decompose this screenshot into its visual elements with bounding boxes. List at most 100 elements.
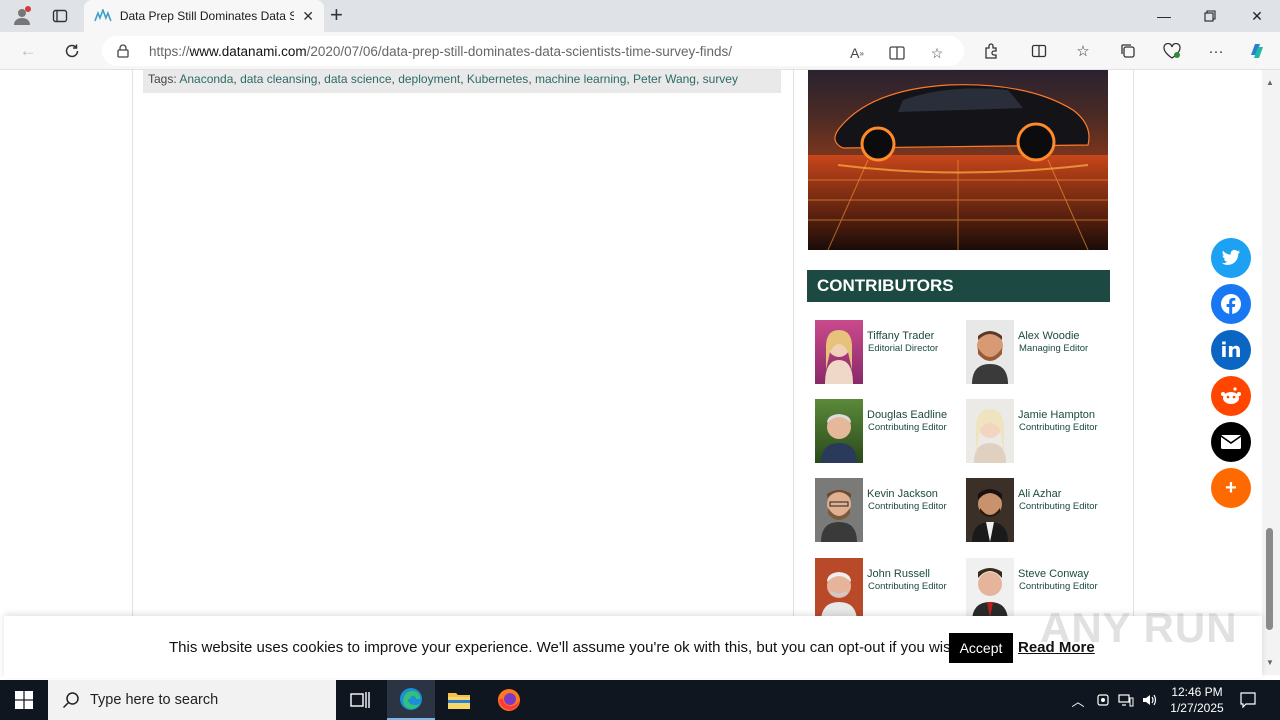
contributor-role: Contributing Editor xyxy=(1019,422,1098,433)
contributor-name[interactable]: Jamie Hampton xyxy=(1018,409,1095,421)
search-icon xyxy=(62,692,79,709)
edge-taskbar-icon[interactable] xyxy=(387,680,435,720)
browser-toolbar: ← https://www.datanami.com/2020/07/06/da… xyxy=(0,32,1280,70)
anyrun-watermark: ANY RUN xyxy=(1040,604,1238,651)
column-divider xyxy=(132,70,133,630)
contributor-photo[interactable] xyxy=(966,320,1014,384)
email-share-button[interactable] xyxy=(1211,422,1251,462)
tab-actions-icon[interactable] xyxy=(50,6,70,26)
back-icon[interactable]: ← xyxy=(16,39,40,63)
contributor-photo[interactable] xyxy=(815,558,863,622)
contributor-photo[interactable] xyxy=(815,399,863,463)
scroll-up-icon[interactable]: ▲ xyxy=(1266,78,1274,87)
facebook-share-button[interactable] xyxy=(1211,284,1251,324)
contributor-photo[interactable] xyxy=(815,320,863,384)
taskbar-clock[interactable]: 12:46 PM 1/27/2025 xyxy=(1162,684,1232,716)
favorites-icon[interactable]: ☆ xyxy=(1073,41,1093,61)
contributor-name[interactable]: Ali Azhar xyxy=(1018,488,1061,500)
datanami-favicon-icon xyxy=(94,9,112,22)
read-aloud-icon[interactable]: A» xyxy=(848,44,866,62)
scrollbar-thumb[interactable] xyxy=(1266,528,1273,630)
contributor-card[interactable]: Tiffany Trader Editorial Director xyxy=(815,320,960,386)
contributor-photo[interactable] xyxy=(966,478,1014,542)
twitter-share-button[interactable] xyxy=(1211,238,1251,278)
active-tab[interactable]: Data Prep Still Dominates Data Sc ✕ xyxy=(84,0,324,32)
contributor-name[interactable]: Steve Conway xyxy=(1018,568,1089,580)
tag-link[interactable]: deployment xyxy=(398,72,460,86)
page-scrollbar[interactable]: ▲ ▼ xyxy=(1262,70,1280,675)
browser-essentials-icon[interactable] xyxy=(1162,41,1182,61)
favorite-star-icon[interactable]: ☆ xyxy=(928,44,946,62)
tag-link[interactable]: Kubernetes xyxy=(467,72,528,86)
contributor-role: Contributing Editor xyxy=(1019,581,1098,592)
network-icon[interactable] xyxy=(1116,680,1136,720)
address-bar[interactable]: https://www.datanami.com/2020/07/06/data… xyxy=(102,36,964,66)
contributor-name[interactable]: Tiffany Trader xyxy=(867,330,934,342)
settings-more-icon[interactable]: ··· xyxy=(1206,41,1226,61)
new-tab-icon[interactable]: + xyxy=(330,4,343,26)
show-hidden-icons[interactable]: ︿ xyxy=(1068,680,1088,720)
ad-car-image[interactable] xyxy=(808,70,1108,250)
firefox-icon[interactable] xyxy=(485,680,533,720)
contributor-card[interactable]: John Russell Contributing Editor xyxy=(815,558,960,624)
contributor-photo[interactable] xyxy=(966,399,1014,463)
volume-icon[interactable] xyxy=(1140,680,1160,720)
start-button[interactable] xyxy=(0,680,48,720)
notifications-icon[interactable] xyxy=(1236,680,1260,720)
lock-icon[interactable] xyxy=(116,44,130,58)
close-window-icon[interactable]: ✕ xyxy=(1234,0,1280,32)
contributor-role: Contributing Editor xyxy=(868,422,947,433)
reddit-share-button[interactable] xyxy=(1211,376,1251,416)
tag-link[interactable]: Anaconda xyxy=(179,72,233,86)
contributor-role: Managing Editor xyxy=(1019,343,1089,354)
copilot-icon[interactable] xyxy=(1247,41,1267,61)
twitter-icon xyxy=(1221,249,1241,265)
plus-icon: + xyxy=(1225,476,1237,499)
tag-link[interactable]: data cleansing xyxy=(240,72,317,86)
profile-icon[interactable] xyxy=(12,6,32,26)
more-share-button[interactable]: + xyxy=(1211,468,1251,508)
envelope-icon xyxy=(1221,435,1241,449)
contributor-name[interactable]: Kevin Jackson xyxy=(867,488,938,500)
extensions-icon[interactable] xyxy=(981,41,1001,61)
contributor-role: Contributing Editor xyxy=(868,501,947,512)
collections-icon[interactable] xyxy=(1118,41,1138,61)
linkedin-share-button[interactable]: in xyxy=(1211,330,1251,370)
cookie-message: This website uses cookies to improve you… xyxy=(169,639,964,656)
tag-link[interactable]: survey xyxy=(703,72,738,86)
minimize-icon[interactable]: — xyxy=(1141,0,1187,32)
restore-icon[interactable] xyxy=(1187,0,1233,32)
search-placeholder: Type here to search xyxy=(90,692,219,708)
reddit-icon xyxy=(1221,387,1241,404)
contributor-name[interactable]: John Russell xyxy=(867,568,930,580)
accept-cookies-button[interactable]: Accept xyxy=(949,633,1013,663)
file-explorer-icon[interactable] xyxy=(435,680,483,720)
contributor-card[interactable]: Kevin Jackson Contributing Editor xyxy=(815,478,960,544)
close-tab-icon[interactable]: ✕ xyxy=(302,8,314,25)
task-view-icon[interactable] xyxy=(336,680,384,720)
scroll-down-icon[interactable]: ▼ xyxy=(1266,658,1274,667)
security-tray-icon[interactable] xyxy=(1094,680,1112,720)
tag-link[interactable]: machine learning xyxy=(535,72,626,86)
contributor-card[interactable]: Jamie Hampton Contributing Editor xyxy=(966,399,1111,465)
tab-title: Data Prep Still Dominates Data Sc xyxy=(119,9,295,23)
tag-link[interactable]: data science xyxy=(324,72,391,86)
tag-link[interactable]: Peter Wang xyxy=(633,72,696,86)
split-screen-icon[interactable] xyxy=(1029,41,1049,61)
contributor-name[interactable]: Douglas Eadline xyxy=(867,409,947,421)
page-content: Tags: Anaconda, data cleansing, data sci… xyxy=(0,70,1262,675)
taskbar-search-box[interactable]: Type here to search xyxy=(48,680,336,720)
contributor-name[interactable]: Alex Woodie xyxy=(1018,330,1080,342)
contributor-photo[interactable] xyxy=(815,478,863,542)
facebook-icon xyxy=(1221,294,1241,315)
url-text[interactable]: https://www.datanami.com/2020/07/06/data… xyxy=(149,44,732,59)
contributor-card[interactable]: Ali Azhar Contributing Editor xyxy=(966,478,1111,544)
clock-time: 12:46 PM xyxy=(1171,685,1223,699)
contributor-card[interactable]: Alex Woodie Managing Editor xyxy=(966,320,1111,386)
contributor-photo[interactable] xyxy=(966,558,1014,622)
refresh-icon[interactable] xyxy=(60,39,84,63)
column-divider xyxy=(1133,70,1134,630)
contributor-card[interactable]: Douglas Eadline Contributing Editor xyxy=(815,399,960,465)
immersive-reader-icon[interactable] xyxy=(888,44,906,62)
contributors-heading: CONTRIBUTORS xyxy=(807,270,1110,302)
